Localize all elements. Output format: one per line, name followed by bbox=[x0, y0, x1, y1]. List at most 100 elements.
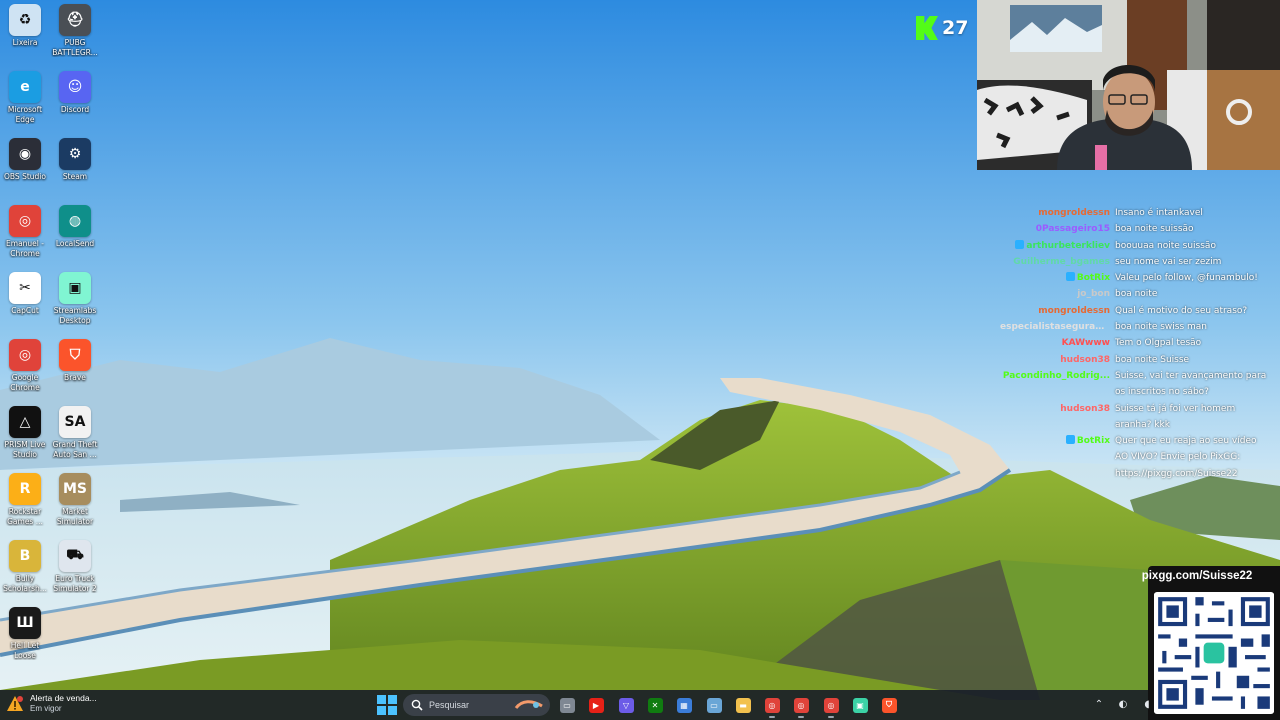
chat-message-text: boa noite swiss man bbox=[1115, 322, 1208, 333]
desktop-icon[interactable]: △ PRISM Live Studio bbox=[0, 404, 50, 471]
running-indicator bbox=[798, 716, 804, 718]
taskbar-app[interactable]: ▭ bbox=[704, 695, 724, 715]
desktop-icon-label: Streamlabs Desktop bbox=[53, 306, 97, 325]
chat-message: Guilherme_bgames seu nome vai ser zezim bbox=[1000, 254, 1272, 270]
desktop-icon[interactable]: ✂ CapCut bbox=[0, 270, 50, 337]
chat-message-text: Insano é intankavel bbox=[1115, 208, 1203, 218]
chat-username[interactable]: mongroldessn bbox=[1000, 205, 1110, 221]
taskbar-app[interactable]: ▦ bbox=[674, 695, 694, 715]
taskbar-app[interactable]: ⛉ bbox=[879, 695, 899, 715]
chat-username-text: arthurbeterkliev bbox=[1026, 240, 1110, 251]
taskbar-app[interactable]: ◎ bbox=[821, 695, 841, 718]
chat-username[interactable]: especialistaseguranc... bbox=[1000, 319, 1110, 335]
start-button[interactable] bbox=[377, 695, 397, 715]
chat-message: BotRix Quer que eu reaja ao seu vídeo AO … bbox=[1000, 433, 1272, 482]
recycle-bin-icon: ♻ bbox=[9, 4, 41, 36]
taskbar-app[interactable]: ▶ bbox=[586, 695, 606, 715]
pubg-icon: ⛑ bbox=[59, 4, 91, 36]
desktop-icon[interactable]: ◎ Emanuel - Chrome bbox=[0, 203, 50, 270]
desktop-icon[interactable]: ⛟ Euro Truck Simulator 2 bbox=[50, 538, 100, 605]
desktop-icon-label: LocalSend bbox=[55, 239, 95, 248]
chat-username[interactable]: BotRix bbox=[1000, 270, 1110, 286]
chat-username[interactable]: Guilherme_bgames bbox=[1000, 254, 1110, 270]
chat-message: 0Passageiro15 boa noite suissão bbox=[1000, 221, 1272, 237]
chrome-icon: ◎ bbox=[9, 339, 41, 371]
taskbar-app[interactable]: ▭ bbox=[557, 695, 577, 715]
desktop-icon-label: CapCut bbox=[11, 306, 39, 315]
chat-username-text: mongroldessn bbox=[1038, 305, 1110, 316]
verified-badge-icon bbox=[1065, 435, 1075, 445]
chat-message: especialistaseguranc... boa noite swiss m… bbox=[1000, 319, 1272, 335]
chat-username[interactable]: KAWwww bbox=[1000, 335, 1110, 351]
desktop-icon[interactable]: B Bully Scholarsh... bbox=[0, 538, 50, 605]
chat-username-text: BotRix bbox=[1076, 273, 1110, 284]
desktop-icon[interactable]: ♻ Lixeira bbox=[0, 2, 50, 69]
chat-username[interactable]: BotRix bbox=[1000, 433, 1110, 482]
chat-username[interactable]: 0Passageiro15 bbox=[1000, 221, 1110, 237]
euro-truck-icon: ⛟ bbox=[59, 540, 91, 572]
desktop-icon[interactable]: ⚙ Steam bbox=[50, 136, 100, 203]
chat-message-text: boa noite suissão bbox=[1115, 224, 1194, 235]
steam-icon: ⚙ bbox=[59, 138, 91, 170]
desktop-icon[interactable]: Ш Hell Let Loose bbox=[0, 605, 50, 672]
chat-username[interactable]: mongroldessn bbox=[1000, 303, 1110, 319]
brave-taskbar-icon: ⛉ bbox=[881, 697, 897, 713]
kick-viewer-counter: 27 bbox=[916, 16, 968, 40]
desktop-icon-label: PRISM Live Studio bbox=[4, 440, 46, 459]
running-indicator bbox=[769, 716, 775, 718]
taskbar-app[interactable]: ▽ bbox=[616, 695, 636, 715]
desktop-icon[interactable]: MS Market Simulator bbox=[50, 471, 100, 538]
folder-icon: ▬ bbox=[735, 697, 751, 713]
chat-username[interactable]: Pacondinho_Rodrig... bbox=[1000, 368, 1110, 401]
chat-username-text: 0Passageiro15 bbox=[1035, 224, 1110, 235]
chat-username[interactable]: jo_bon bbox=[1000, 286, 1110, 302]
chat-username-text: Guilherme_bgames bbox=[1013, 256, 1110, 267]
weather-alert-widget[interactable]: Alerta de venda... Em vigor bbox=[6, 693, 97, 714]
desktop-icon[interactable]: R Rockstar Games ... bbox=[0, 471, 50, 538]
desktop-icon[interactable]: SA Grand Theft Auto San ... bbox=[50, 404, 100, 471]
desktop-icon-label: Discord bbox=[60, 105, 90, 114]
capcut-icon: ✂ bbox=[9, 272, 41, 304]
desktop-icon[interactable]: ▣ Streamlabs Desktop bbox=[50, 270, 100, 337]
desktop-icon[interactable]: ⛉ Brave bbox=[50, 337, 100, 404]
discord-icon: ☺ bbox=[59, 71, 91, 103]
pixgg-qr-panel: pixgg.com/Suisse22 bbox=[1142, 566, 1280, 720]
microphone-icon[interactable]: ◖ bbox=[1141, 698, 1153, 710]
desktop-icon[interactable]: ⛑ PUBG BATTLEGR... bbox=[50, 2, 100, 69]
xbox-icon: ✕ bbox=[647, 697, 663, 713]
chat-message: arthurbeterkliev boouuaa noite suissão bbox=[1000, 238, 1272, 254]
file-explorer-icon: ▭ bbox=[559, 697, 575, 713]
gta-sa-icon: SA bbox=[59, 406, 91, 438]
chrome-profile-taskbar-icon: ◎ bbox=[793, 697, 809, 713]
chat-username-text: KAWwww bbox=[1061, 338, 1110, 349]
localsend-icon: ◍ bbox=[59, 205, 91, 237]
desktop-icon[interactable]: ◍ LocalSend bbox=[50, 203, 100, 270]
taskbar-app[interactable]: ▣ bbox=[850, 695, 870, 715]
chat-username[interactable]: arthurbeterkliev bbox=[1000, 238, 1110, 254]
desktop-icon[interactable]: e Microsoft Edge bbox=[0, 69, 50, 136]
chrome-profile-icon: ◎ bbox=[9, 205, 41, 237]
desktop-icon[interactable]: ◉ OBS Studio bbox=[0, 136, 50, 203]
chat-username[interactable]: hudson38 bbox=[1000, 352, 1110, 368]
desktop-icon-label: Rockstar Games ... bbox=[7, 507, 43, 526]
desktop-icon[interactable]: ◎ Google Chrome bbox=[0, 337, 50, 404]
desktop-icon[interactable]: ☺ Discord bbox=[50, 69, 100, 136]
taskbar-app[interactable]: ◎ bbox=[762, 695, 782, 718]
taskbar-app[interactable]: ◎ bbox=[791, 695, 811, 718]
chat-username[interactable]: hudson38 bbox=[1000, 401, 1110, 434]
taskbar-search-box[interactable]: Pesquisar bbox=[403, 694, 550, 716]
chat-message: mongroldessn Qual é motivo do seu atraso? bbox=[1000, 303, 1272, 319]
weather-alert-status: Em vigor bbox=[30, 704, 62, 713]
chat-message-text: Suisse, vai ter avançamento para os insc… bbox=[1115, 370, 1267, 398]
vpn-icon: ▽ bbox=[618, 697, 634, 713]
desktop-icon-label: Steam bbox=[62, 172, 88, 181]
network-icon[interactable]: ◐ bbox=[1117, 698, 1129, 710]
taskbar-app[interactable]: ▬ bbox=[733, 695, 753, 715]
chat-message: KAWwww Tem o Olgpal tesão bbox=[1000, 335, 1272, 351]
search-highlight-icon bbox=[514, 700, 543, 709]
chat-username-text: hudson38 bbox=[1060, 403, 1110, 414]
taskbar-app[interactable]: ✕ bbox=[645, 695, 665, 715]
desktop-icon-label: Brave bbox=[64, 373, 86, 382]
chevron-up-icon[interactable]: ⌃ bbox=[1093, 698, 1105, 710]
youtube-icon: ▶ bbox=[588, 697, 604, 713]
